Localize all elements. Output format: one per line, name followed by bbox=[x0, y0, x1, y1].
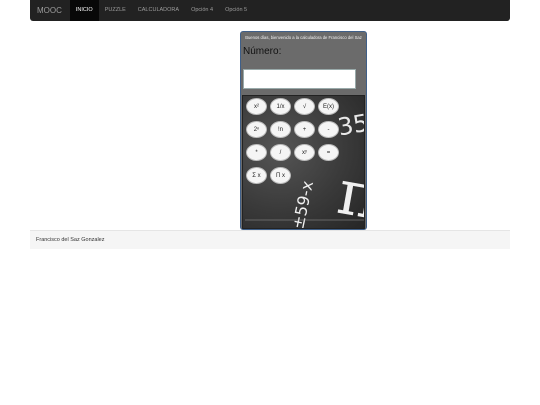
nav-item-opcion-5[interactable]: Opción 5 bbox=[219, 0, 253, 21]
factorial-button[interactable]: !n bbox=[270, 121, 291, 138]
sqrt-button[interactable]: √ bbox=[294, 98, 315, 115]
nav-item-opcion-4[interactable]: Opción 4 bbox=[185, 0, 219, 21]
power-button[interactable]: xʸ bbox=[294, 144, 315, 161]
chalk-text-35: 35 bbox=[336, 109, 365, 142]
number-label: Número: bbox=[243, 46, 282, 57]
chalkboard-background: 35 π ±59-x bbox=[245, 109, 365, 229]
chalkboard-keypad: 35 π ±59-x x² 1/x √ E(x) 2ⁿ !n + - * / x… bbox=[242, 95, 365, 229]
navbar: MOOC INICIO PUZZLE CALCULADORA Opción 4 … bbox=[30, 0, 510, 21]
chalk-text-pi: π bbox=[333, 155, 365, 229]
calculator-panel: Buenos días, bienvenido a la calculadora… bbox=[240, 31, 367, 230]
nav-item-calculadora[interactable]: CALCULADORA bbox=[132, 0, 185, 21]
chalk-text-formula: ±59-x bbox=[288, 179, 317, 229]
nav-item-puzzle[interactable]: PUZZLE bbox=[99, 0, 132, 21]
subtract-button[interactable]: - bbox=[318, 121, 339, 138]
square-button[interactable]: x² bbox=[246, 98, 267, 115]
product-button[interactable]: Π x bbox=[270, 167, 291, 184]
multiply-button[interactable]: * bbox=[246, 144, 267, 161]
integer-part-button[interactable]: E(x) bbox=[318, 98, 339, 115]
footer-text: Francisco del Saz Gonzalez bbox=[36, 237, 105, 243]
greeting-text: Buenos días, bienvenido a la calculadora… bbox=[245, 35, 362, 40]
equals-button[interactable]: = bbox=[318, 144, 339, 161]
power-of-two-button[interactable]: 2ⁿ bbox=[246, 121, 267, 138]
nav-item-inicio[interactable]: INICIO bbox=[69, 0, 99, 21]
footer: Francisco del Saz Gonzalez bbox=[30, 230, 510, 249]
add-button[interactable]: + bbox=[294, 121, 315, 138]
sum-button[interactable]: Σ x bbox=[246, 167, 267, 184]
divide-button[interactable]: / bbox=[270, 144, 291, 161]
number-input[interactable] bbox=[243, 69, 356, 89]
reciprocal-button[interactable]: 1/x bbox=[270, 98, 291, 115]
brand-link[interactable]: MOOC bbox=[30, 0, 70, 21]
